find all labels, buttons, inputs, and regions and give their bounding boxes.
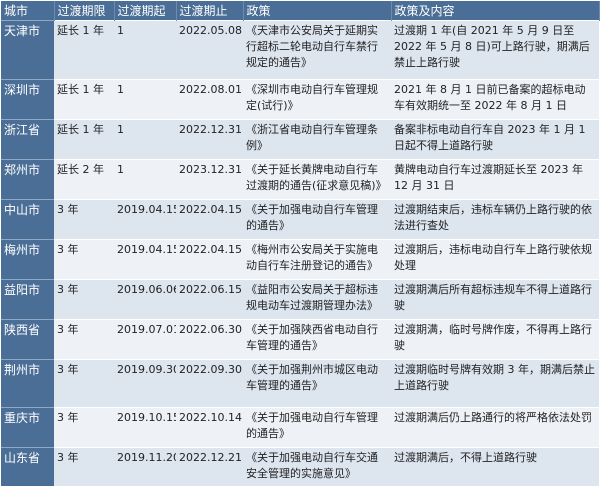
period-cell: 3 年 bbox=[54, 199, 114, 240]
policy-cell: 《关于加强电动自行车交通安全管理的实施意见》 bbox=[243, 447, 391, 486]
policy-cell: 《深圳市电动自行车管理规定(试行)》 bbox=[243, 79, 391, 120]
header-end: 过渡期止 bbox=[176, 1, 244, 21]
start-cell: 2019.04.15 bbox=[114, 239, 176, 280]
city-cell: 梅州市 bbox=[1, 239, 54, 280]
content-cell: 备案非标电动自行车自 2023 年 1 月 1 日起不得上道路行驶 bbox=[391, 119, 599, 160]
city-cell: 山东省 bbox=[1, 447, 54, 486]
period-cell: 3 年 bbox=[54, 359, 114, 408]
content-cell: 2021 年 8 月 1 日前已备案的超标电动车有效期统一至 2022 年 8 … bbox=[391, 79, 599, 120]
table-row: 天津市 延长 1 年 1 2022.05.08 《天津市公安局关于延期实行超标二轮电动自… bbox=[1, 20, 599, 80]
start-cell: 1 bbox=[114, 119, 176, 160]
city-cell: 深圳市 bbox=[1, 79, 54, 120]
end-cell: 2022.08.01 bbox=[176, 79, 243, 120]
header-policy: 政策 bbox=[243, 1, 392, 21]
content-cell: 过渡期满后仍上路通行的将严格依法处罚 bbox=[391, 407, 599, 448]
policy-cell: 《益阳市公安局关于超标违规电动车过渡期管理办法》 bbox=[243, 279, 391, 320]
table-row: 荆州市 3 年 2019.09.30 2022.09.30 《关于加强荆州市城区电动车管… bbox=[1, 359, 599, 408]
start-cell: 2019.04.15 bbox=[114, 199, 176, 240]
content-cell: 黄牌电动自行车过渡期延长至 2023 年 12 月 31 日 bbox=[391, 159, 599, 200]
period-cell: 3 年 bbox=[54, 319, 114, 360]
table-row: 山东省 3 年 2019.11.20 2022.12.21 《关于加强电动自行车交通安全… bbox=[1, 447, 599, 486]
period-cell: 3 年 bbox=[54, 447, 114, 486]
start-cell: 1 bbox=[114, 159, 176, 200]
header-content: 政策及内容 bbox=[391, 1, 600, 21]
policy-cell: 《关于加强电动自行车管理的通告》 bbox=[243, 199, 391, 240]
end-cell: 2022.10.14 bbox=[176, 407, 243, 448]
period-cell: 延长 1 年 bbox=[54, 20, 114, 80]
city-cell: 中山市 bbox=[1, 199, 54, 240]
table-row: 益阳市 3 年 2019.06.06 2022.06.15 《益阳市公安局关于超标违规电… bbox=[1, 279, 599, 320]
start-cell: 1 bbox=[114, 79, 176, 120]
period-cell: 延长 1 年 bbox=[54, 79, 114, 120]
header-period: 过渡期限 bbox=[54, 1, 115, 21]
end-cell: 2022.06.15 bbox=[176, 279, 243, 320]
content-cell: 过渡期 1 年(自 2021 年 5 月 9 日至 2022 年 5 月 8 日… bbox=[391, 20, 599, 80]
table-row: 郑州市 延长 2 年 1 2023.12.31 《关于延长黄牌电动自行车过渡期的通告(征… bbox=[1, 159, 599, 200]
content-cell: 过渡期后，违标电动自行车上路行驶依规处理 bbox=[391, 239, 599, 280]
city-cell: 荆州市 bbox=[1, 359, 54, 408]
end-cell: 2022.12.31 bbox=[176, 119, 243, 160]
period-cell: 3 年 bbox=[54, 407, 114, 448]
end-cell: 2022.04.15 bbox=[176, 199, 243, 240]
period-cell: 延长 2 年 bbox=[54, 159, 114, 200]
end-cell: 2022.04.15 bbox=[176, 239, 243, 280]
period-cell: 3 年 bbox=[54, 279, 114, 320]
table-row: 深圳市 延长 1 年 1 2022.08.01 《深圳市电动自行车管理规定(试行)》 20… bbox=[1, 79, 599, 120]
period-cell: 3 年 bbox=[54, 239, 114, 280]
end-cell: 2022.09.30 bbox=[176, 359, 243, 408]
content-cell: 过渡期满，临时号牌作废，不得再上路行驶 bbox=[391, 319, 599, 360]
table-row: 浙江省 延长 1 年 1 2022.12.31 《浙江省电动自行车管理条例》 备案非标电动… bbox=[1, 119, 599, 160]
policy-cell: 《浙江省电动自行车管理条例》 bbox=[243, 119, 391, 160]
policy-cell: 《关于加强电动自行车管理的通告》 bbox=[243, 407, 391, 448]
start-cell: 2019.09.30 bbox=[114, 359, 176, 408]
start-cell: 1 bbox=[114, 20, 176, 80]
table-row: 重庆市 3 年 2019.10.15 2022.10.14 《关于加强电动自行车管理的通… bbox=[1, 407, 599, 448]
policy-cell: 《关于加强荆州市城区电动车管理的通告》 bbox=[243, 359, 391, 408]
start-cell: 2019.10.15 bbox=[114, 407, 176, 448]
start-cell: 2019.11.20 bbox=[114, 447, 176, 486]
city-cell: 陕西省 bbox=[1, 319, 54, 360]
end-cell: 2023.12.31 bbox=[176, 159, 243, 200]
content-cell: 过渡期结束后，违标车辆仍上路行驶的依法进行查处 bbox=[391, 199, 599, 240]
policy-cell: 《关于延长黄牌电动自行车过渡期的通告(征求意见稿)》 bbox=[243, 159, 391, 200]
end-cell: 2022.06.30 bbox=[176, 319, 243, 360]
city-cell: 天津市 bbox=[1, 20, 54, 80]
policy-table: 城市 过渡期限 过渡期起 过渡期止 政策 政策及内容 天津市 延长 1 年 1 202… bbox=[1, 1, 600, 486]
content-cell: 过渡期满后所有超标违规车不得上道路行驶 bbox=[391, 279, 599, 320]
policy-cell: 《关于加强陕西省电动自行车管理的通告》 bbox=[243, 319, 391, 360]
policy-cell: 《天津市公安局关于延期实行超标二轮电动自行车禁行规定的通告》 bbox=[243, 20, 391, 80]
end-cell: 2022.05.08 bbox=[176, 20, 243, 80]
period-cell: 延长 1 年 bbox=[54, 119, 114, 160]
table-header-row: 城市 过渡期限 过渡期起 过渡期止 政策 政策及内容 bbox=[1, 1, 600, 21]
city-cell: 重庆市 bbox=[1, 407, 54, 448]
start-cell: 2019.06.06 bbox=[114, 279, 176, 320]
city-cell: 郑州市 bbox=[1, 159, 54, 200]
end-cell: 2022.12.21 bbox=[176, 447, 243, 486]
city-cell: 浙江省 bbox=[1, 119, 54, 160]
table-row: 中山市 3 年 2019.04.15 2022.04.15 《关于加强电动自行车管理的通… bbox=[1, 199, 599, 240]
start-cell: 2019.07.01 bbox=[114, 319, 176, 360]
content-cell: 过渡期临时号牌有效期 3 年，期满后禁止上道路行驶 bbox=[391, 359, 599, 408]
table-row: 梅州市 3 年 2019.04.15 2022.04.15 《梅州市公安局关于实施电动自… bbox=[1, 239, 599, 280]
content-cell: 过渡期满后，不得上道路行驶 bbox=[391, 447, 599, 486]
city-cell: 益阳市 bbox=[1, 279, 54, 320]
header-city: 城市 bbox=[1, 1, 55, 21]
header-start: 过渡期起 bbox=[114, 1, 177, 21]
policy-cell: 《梅州市公安局关于实施电动自行车注册登记的通告》 bbox=[243, 239, 391, 280]
table-row: 陕西省 3 年 2019.07.01 2022.06.30 《关于加强陕西省电动自行车管… bbox=[1, 319, 599, 360]
